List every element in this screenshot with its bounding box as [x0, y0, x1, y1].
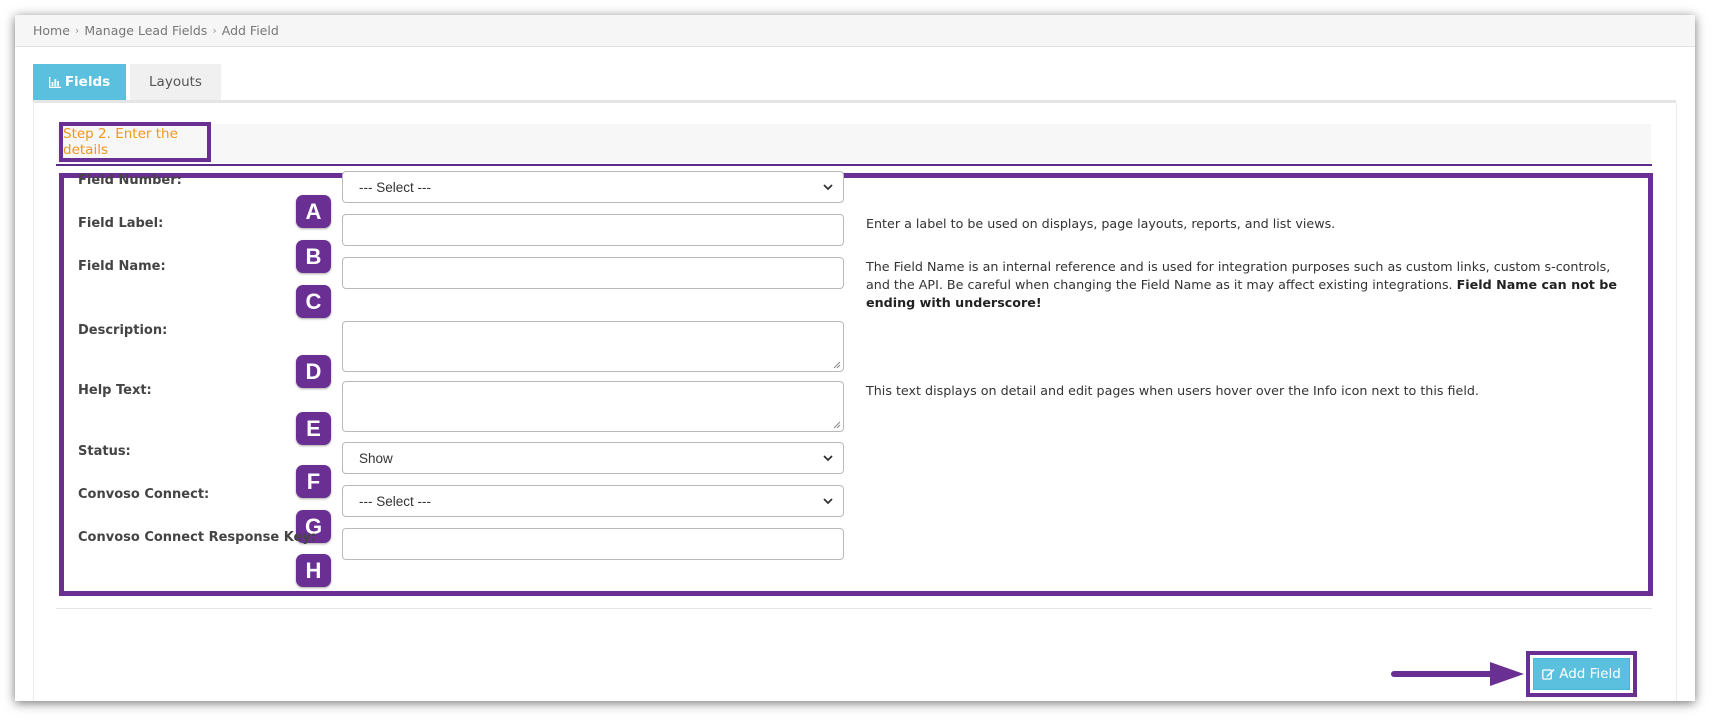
description-textarea[interactable]	[342, 321, 844, 372]
bar-chart-icon	[48, 76, 61, 88]
response-key-label: Convoso Connect Response Key:	[78, 530, 317, 545]
tab-layouts[interactable]: Layouts	[130, 64, 221, 100]
convoso-connect-select[interactable]: --- Select ---	[342, 485, 844, 517]
status-label: Status:	[78, 444, 131, 459]
breadcrumb-manage-lead-fields[interactable]: Manage Lead Fields	[84, 23, 207, 38]
status-select[interactable]: Show	[342, 442, 844, 474]
chevron-right-icon: ›	[74, 24, 80, 37]
app-window: Home › Manage Lead Fields › Add Field Fi…	[15, 15, 1695, 701]
field-label-label: Field Label:	[78, 216, 164, 231]
footer-divider	[56, 608, 1652, 609]
tab-layouts-label: Layouts	[149, 74, 202, 90]
convoso-connect-value: --- Select ---	[359, 493, 431, 509]
arrow-right-icon	[1391, 662, 1524, 686]
annotation-badge-h: H	[296, 554, 331, 587]
step-title-highlight: Step 2. Enter the details	[59, 122, 211, 162]
description-label: Description:	[78, 323, 168, 338]
convoso-connect-label: Convoso Connect:	[78, 487, 210, 502]
field-name-input[interactable]	[342, 257, 844, 289]
annotation-badge-b: B	[296, 240, 331, 273]
add-field-highlight: Add Field	[1526, 651, 1637, 697]
breadcrumb-home[interactable]: Home	[33, 23, 70, 38]
edit-icon	[1542, 669, 1555, 680]
help-text-help: This text displays on detail and edit pa…	[866, 383, 1479, 398]
annotation-badge-f: F	[296, 465, 331, 498]
step-title: Step 2. Enter the details	[63, 126, 178, 158]
chevron-right-icon: ›	[212, 24, 217, 37]
field-number-value: --- Select ---	[359, 179, 431, 195]
add-field-button[interactable]: Add Field	[1533, 658, 1630, 690]
tab-fields[interactable]: Fields	[33, 64, 126, 100]
chevron-down-icon	[823, 183, 833, 191]
add-field-button-label: Add Field	[1559, 666, 1621, 682]
chevron-down-icon	[823, 454, 833, 462]
help-text-textarea[interactable]	[342, 381, 844, 432]
resize-grip-icon[interactable]	[833, 421, 841, 429]
field-name-label: Field Name:	[78, 259, 166, 274]
annotation-badge-c: C	[296, 285, 331, 318]
response-key-input[interactable]	[342, 528, 844, 560]
field-number-label: Field Number:	[78, 173, 182, 188]
annotation-badge-e: E	[296, 412, 331, 445]
step-header	[57, 124, 1651, 163]
field-label-help: Enter a label to be used on displays, pa…	[866, 216, 1336, 231]
resize-grip-icon[interactable]	[833, 361, 841, 369]
field-name-help: The Field Name is an internal reference …	[866, 258, 1636, 312]
field-number-select[interactable]: --- Select ---	[342, 171, 844, 203]
status-value: Show	[359, 450, 393, 466]
annotation-badge-a: A	[296, 195, 331, 228]
field-label-input[interactable]	[342, 214, 844, 246]
tab-fields-label: Fields	[64, 74, 111, 90]
annotation-badge-d: D	[296, 355, 331, 388]
step-header-divider	[56, 164, 1652, 166]
breadcrumb-add-field: Add Field	[221, 23, 279, 38]
tab-bar: Fields Layouts	[33, 64, 221, 100]
help-text-label: Help Text:	[78, 383, 152, 398]
chevron-down-icon	[823, 497, 833, 505]
breadcrumb: Home › Manage Lead Fields › Add Field	[15, 15, 1695, 47]
